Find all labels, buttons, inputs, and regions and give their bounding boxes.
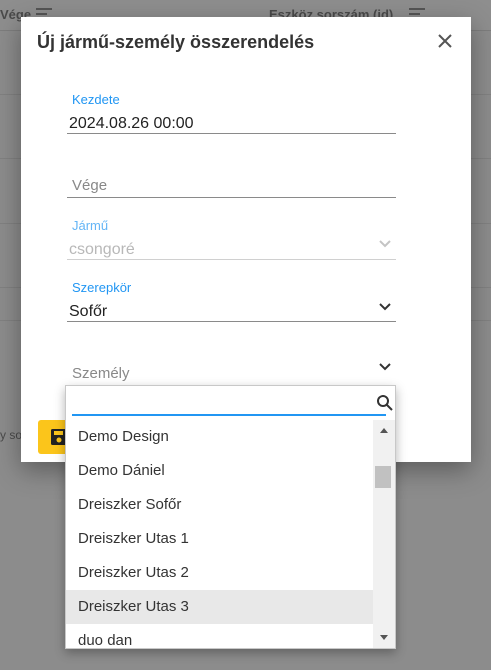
underline: [67, 197, 396, 198]
scroll-down-icon[interactable]: [373, 630, 395, 646]
close-button[interactable]: [433, 29, 457, 53]
dropdown-option-highlighted[interactable]: Dreiszker Utas 3: [66, 590, 373, 624]
dropdown-option[interactable]: duo dan: [66, 624, 373, 648]
chevron-down-icon: [379, 303, 391, 311]
vehicle-value: csongoré: [69, 241, 135, 258]
person-placeholder: Személy: [72, 365, 130, 382]
person-select[interactable]: Személy: [67, 355, 396, 385]
dropdown-option[interactable]: Demo Design: [66, 420, 373, 454]
end-date-field[interactable]: Vége: [67, 167, 396, 199]
dropdown-search: [72, 390, 393, 416]
chevron-down-icon: [379, 240, 391, 248]
dropdown-option[interactable]: Dreiszker Utas 2: [66, 556, 373, 590]
dropdown-option[interactable]: Demo Dániel: [66, 454, 373, 488]
dropdown-option[interactable]: Dreiszker Utas 1: [66, 522, 373, 556]
vehicle-select[interactable]: Jármű csongoré: [67, 215, 396, 261]
underline: [67, 133, 396, 134]
role-value: Sofőr: [69, 303, 108, 320]
start-date-field[interactable]: Kezdete 2024.08.26 00:00: [67, 89, 396, 135]
search-icon: [377, 395, 393, 411]
underline: [67, 321, 396, 322]
dropdown-scrollbar[interactable]: [373, 420, 395, 648]
role-select[interactable]: Szerepkör Sofőr: [67, 277, 396, 323]
start-date-label: Kezdete: [72, 92, 120, 107]
role-label: Szerepkör: [72, 280, 132, 295]
scrollbar-thumb[interactable]: [375, 466, 391, 488]
dialog-title: Új jármű-személy összerendelés: [37, 32, 315, 52]
chevron-down-icon: [379, 363, 391, 371]
search-underline: [72, 414, 386, 416]
person-dropdown: Demo Design Demo Dániel Dreiszker Sofőr …: [65, 385, 396, 649]
dropdown-option[interactable]: Dreiszker Sofőr: [66, 488, 373, 522]
background-text: y so: [0, 428, 23, 442]
underline: [67, 259, 396, 260]
start-date-value: 2024.08.26 00:00: [69, 115, 194, 132]
scroll-up-icon[interactable]: [373, 422, 395, 438]
dropdown-search-input[interactable]: [72, 390, 374, 414]
dropdown-options: Demo Design Demo Dániel Dreiszker Sofőr …: [66, 420, 373, 648]
close-icon: [438, 34, 452, 48]
vehicle-label: Jármű: [72, 218, 109, 233]
end-date-placeholder: Vége: [72, 177, 108, 194]
